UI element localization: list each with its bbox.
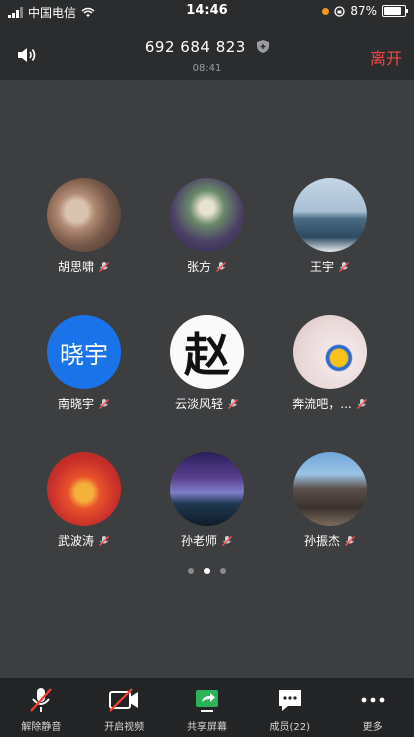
participant-tile[interactable]: 奔流吧，...: [265, 315, 395, 412]
mic-muted-icon: [339, 261, 349, 272]
participant-tile[interactable]: 张方: [142, 178, 272, 275]
participant-tile[interactable]: 胡思啸: [19, 178, 149, 275]
mic-muted-icon: [228, 398, 238, 409]
meeting-toolbar: 解除静音 开启视频 共享屏幕 成员(22) 更多: [0, 678, 414, 737]
avatar-initials: 晓宇: [60, 340, 108, 369]
mic-muted-icon: [356, 398, 367, 409]
mic-muted-icon: [222, 535, 232, 546]
status-bar: 中国电信 14:46 87%: [0, 0, 414, 22]
participant-name: 南晓宇: [57, 397, 94, 411]
participant-tile[interactable]: 武波涛: [19, 452, 149, 549]
participant-tile[interactable]: 孙老师: [142, 452, 272, 549]
meeting-id-text: 692 684 823: [144, 38, 246, 56]
participant-name: 奔流吧，...: [292, 397, 352, 411]
leave-button[interactable]: 离开: [370, 45, 402, 69]
rotation-lock-icon: [334, 5, 345, 17]
more-label: 更多: [362, 722, 383, 733]
battery-percent: 87%: [350, 4, 377, 18]
participant-name: 孙振杰: [303, 534, 340, 548]
unmute-button[interactable]: 解除静音: [0, 678, 83, 737]
recording-dot-icon: [322, 7, 330, 15]
share-screen-label: 共享屏幕: [186, 722, 227, 733]
more-button[interactable]: 更多: [331, 678, 414, 737]
participant-name: 张方: [186, 260, 211, 274]
mic-muted-icon: [216, 261, 226, 272]
avatar: 晓宇: [47, 315, 121, 389]
participant-name: 胡思啸: [57, 260, 94, 274]
share-screen-icon: [195, 690, 218, 712]
mic-muted-icon: [30, 688, 53, 712]
members-chat-icon: [278, 690, 301, 711]
members-label: 成员(22): [269, 722, 311, 733]
participant-name: 云淡风轻: [174, 397, 223, 411]
avatar: [293, 178, 367, 252]
mic-muted-icon: [99, 535, 109, 546]
mic-muted-icon: [99, 261, 109, 272]
page-indicator[interactable]: [0, 568, 414, 574]
page-dot[interactable]: [220, 568, 226, 574]
avatar: [47, 178, 121, 252]
participant-tile[interactable]: 王宇: [265, 178, 395, 275]
video-off-icon: [109, 688, 139, 712]
avatar: [47, 452, 121, 526]
avatar-calligraphy: 赵: [184, 328, 230, 382]
mic-muted-icon: [345, 535, 355, 546]
avatar: [293, 452, 367, 526]
participant-tile[interactable]: 孙振杰: [265, 452, 395, 549]
shield-icon: [257, 40, 270, 53]
start-video-label: 开启视频: [104, 722, 145, 733]
meeting-duration: 08:41: [192, 63, 222, 74]
participant-tile[interactable]: 赵 云淡风轻: [142, 315, 272, 412]
page-dot[interactable]: [188, 568, 194, 574]
share-screen-button[interactable]: 共享屏幕: [166, 678, 249, 737]
meeting-header: 692 684 823 08:41 离开: [0, 22, 414, 80]
avatar: [293, 315, 367, 389]
more-icon: [361, 697, 384, 703]
members-button[interactable]: 成员(22): [248, 678, 331, 737]
avatar: [170, 452, 244, 526]
page-dot-active[interactable]: [204, 568, 210, 574]
unmute-label: 解除静音: [21, 722, 62, 733]
participant-tile[interactable]: 晓宇 南晓宇: [19, 315, 149, 412]
avatar: 赵: [170, 315, 244, 389]
participant-name: 孙老师: [180, 534, 217, 548]
avatar: [170, 178, 244, 252]
meeting-id[interactable]: 692 684 823: [0, 38, 414, 56]
participant-name: 王宇: [309, 260, 334, 274]
mic-muted-icon: [99, 398, 109, 409]
start-video-button[interactable]: 开启视频: [83, 678, 166, 737]
participant-name: 武波涛: [57, 534, 94, 548]
battery-icon: [382, 5, 408, 17]
